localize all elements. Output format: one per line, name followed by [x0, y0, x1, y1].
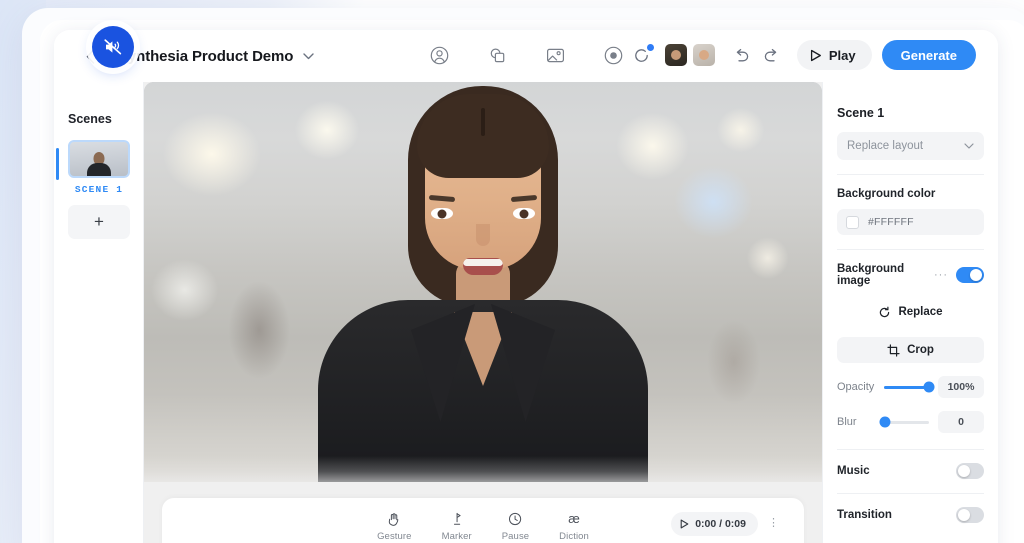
person-circle-icon	[430, 46, 448, 64]
divider	[837, 493, 984, 494]
right-tool-group: Play Generate	[627, 40, 976, 70]
blur-slider[interactable]	[879, 416, 929, 428]
video-canvas[interactable]	[144, 82, 822, 482]
replace-button-label: Replace	[898, 306, 943, 318]
play-button[interactable]: Play	[796, 40, 872, 70]
background-image-toggle[interactable]	[956, 267, 984, 283]
add-scene-label: +	[94, 212, 104, 231]
scene-label: SCENE 1	[74, 184, 124, 195]
shapes-tool-button[interactable]	[484, 42, 510, 68]
avatar[interactable]	[692, 44, 715, 66]
opacity-value[interactable]: 100%	[938, 376, 984, 398]
generate-button[interactable]: Generate	[881, 40, 976, 70]
record-circle-icon	[604, 46, 622, 64]
hand-gesture-icon	[387, 510, 401, 527]
undo-icon	[737, 48, 749, 61]
script-toolbar: Gesture Marker Pause æ Diction	[377, 510, 589, 542]
canvas-bottom-fade	[144, 456, 822, 482]
replace-layout-value: Replace layout	[847, 140, 924, 152]
music-toggle[interactable]	[956, 463, 984, 479]
marker-pin-icon	[450, 510, 464, 527]
background-color-field[interactable]: #FFFFFF	[837, 209, 984, 235]
diction-label: Diction	[559, 531, 589, 542]
blur-value[interactable]: 0	[938, 411, 984, 433]
play-triangle-icon	[810, 49, 821, 61]
replace-layout-select[interactable]: Replace layout	[837, 132, 984, 160]
music-label: Music	[837, 465, 870, 477]
crop-icon	[887, 343, 900, 357]
play-button-label: Play	[828, 47, 856, 63]
record-tool-button[interactable]	[600, 42, 626, 68]
editor-stage: Gesture Marker Pause æ Diction 0:00 / 0:…	[144, 82, 822, 543]
gesture-button[interactable]: Gesture	[377, 510, 412, 542]
marker-button[interactable]: Marker	[442, 510, 472, 542]
gesture-label: Gesture	[377, 531, 412, 542]
background-image-row: Background image ···	[837, 263, 984, 287]
transition-label: Transition	[837, 509, 892, 521]
divider	[837, 174, 984, 175]
avatar-presenter	[303, 82, 663, 482]
replace-background-button[interactable]: Replace	[837, 299, 984, 325]
properties-panel: Scene 1 Replace layout Background color …	[822, 82, 998, 543]
title-dropdown-button[interactable]	[303, 52, 315, 60]
sidebar-item-scene-1[interactable]: SCENE 1	[56, 140, 130, 195]
speaker-mute-icon	[104, 39, 122, 55]
scene-title: Scene 1	[837, 106, 885, 120]
color-swatch[interactable]	[846, 215, 859, 229]
chevron-down-icon	[303, 52, 315, 59]
playback-time-button[interactable]: 0:00 / 0:09	[671, 512, 758, 536]
undo-button[interactable]	[727, 40, 757, 70]
pause-label: Pause	[501, 531, 530, 542]
mute-badge-button[interactable]	[92, 26, 134, 68]
marker-label: Marker	[441, 531, 472, 542]
blur-slider-row: Blur 0	[837, 411, 984, 433]
background-image-more-button[interactable]: ···	[934, 269, 948, 281]
diction-button[interactable]: æ Diction	[559, 510, 589, 542]
generate-button-label: Generate	[900, 47, 957, 63]
pause-button[interactable]: Pause	[502, 510, 529, 542]
scene-thumbnail-preview	[86, 152, 112, 176]
background-color-value: #FFFFFF	[868, 216, 914, 228]
opacity-slider-row: Opacity 100%	[837, 376, 984, 398]
scenes-sidebar: Scenes SCENE 1 +	[54, 82, 144, 543]
background-color-label: Background color	[837, 188, 936, 200]
app-window: Synthesia Product Demo Play Generate Sce…	[54, 30, 998, 543]
playback-time-label: 0:00 / 0:09	[695, 518, 746, 530]
center-tool-group	[426, 42, 626, 68]
crop-button-label: Crop	[907, 344, 934, 356]
redo-button[interactable]	[757, 40, 787, 70]
avatar-tool-button[interactable]	[426, 42, 452, 68]
add-scene-button[interactable]: +	[68, 205, 130, 239]
transition-row: Transition	[837, 507, 984, 523]
page-title: Synthesia Product Demo	[118, 47, 294, 65]
media-tool-button[interactable]	[542, 42, 568, 68]
scene-selected-accent	[56, 148, 59, 180]
sync-button[interactable]	[627, 40, 657, 70]
refresh-icon	[880, 306, 890, 317]
background-image-label: Background image	[837, 263, 905, 287]
play-triangle-icon	[680, 519, 689, 529]
script-more-button[interactable]: ⋮	[768, 518, 780, 529]
image-icon	[546, 48, 564, 62]
opacity-label: Opacity	[837, 381, 875, 393]
redo-icon	[765, 48, 777, 61]
collaborator-avatars	[664, 44, 715, 66]
blur-label: Blur	[837, 416, 857, 428]
diction-ae-icon: æ	[568, 511, 580, 526]
transition-toggle[interactable]	[956, 507, 984, 523]
divider	[837, 449, 984, 450]
chevron-down-icon	[964, 143, 974, 149]
music-row: Music	[837, 463, 984, 479]
divider	[837, 249, 984, 250]
avatar[interactable]	[664, 44, 687, 66]
crop-background-button[interactable]: Crop	[837, 337, 984, 363]
script-panel[interactable]: Gesture Marker Pause æ Diction 0:00 / 0:…	[162, 498, 804, 543]
scene-thumbnail[interactable]	[68, 140, 130, 178]
top-toolbar: Synthesia Product Demo Play Generate	[54, 30, 998, 82]
sync-status-dot	[646, 44, 654, 51]
shapes-icon	[490, 47, 504, 62]
clock-pause-icon	[508, 510, 522, 527]
scenes-heading: Scenes	[68, 112, 112, 126]
opacity-slider[interactable]	[884, 381, 935, 393]
